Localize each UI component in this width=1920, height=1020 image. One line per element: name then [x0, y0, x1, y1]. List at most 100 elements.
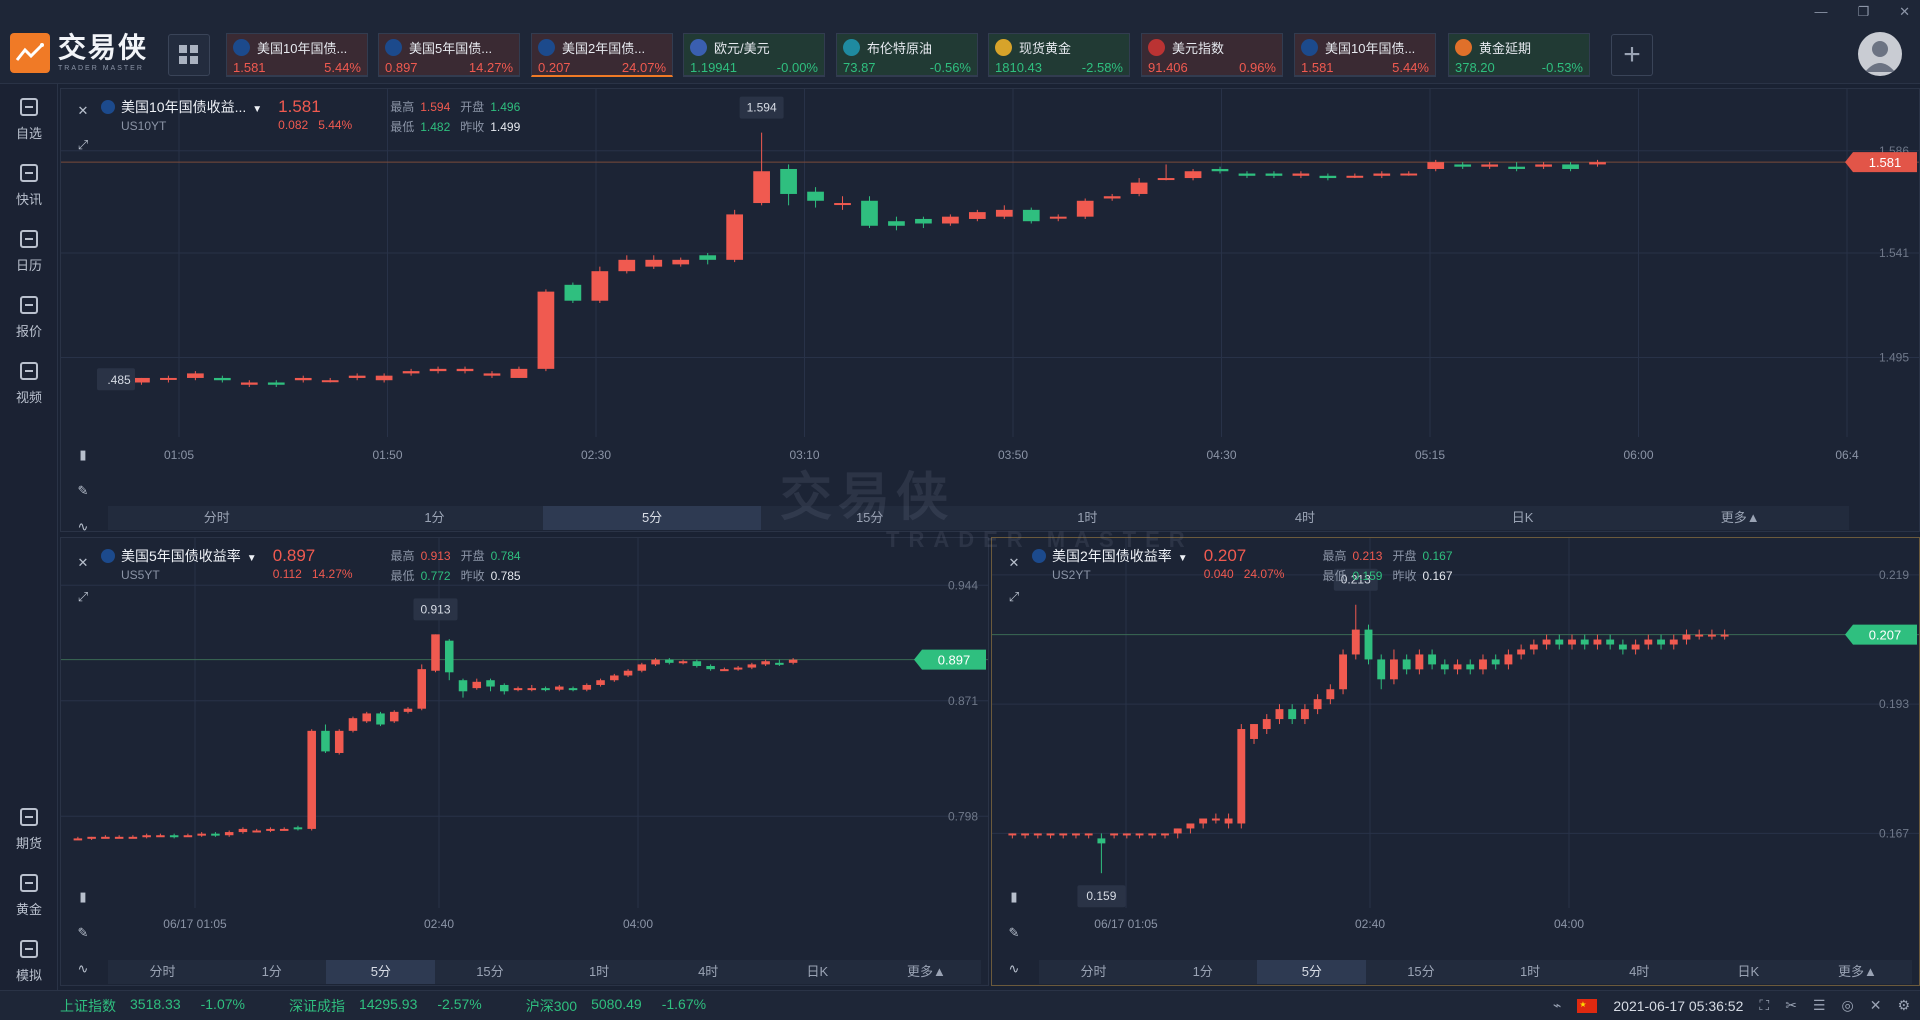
svg-text:0.913: 0.913 [420, 602, 450, 616]
indicator-icon[interactable]: ▮ [69, 883, 97, 911]
timeframe-tab[interactable]: 更多▲ [1631, 506, 1849, 530]
trend-icon[interactable]: ∿ [69, 955, 97, 983]
sidebar-item-calendar[interactable]: 日历 [0, 228, 58, 274]
timeframe-tab[interactable]: 分时 [1039, 960, 1148, 984]
draw-pen-icon[interactable]: ✎ [69, 919, 97, 947]
symbol-selector[interactable]: 美国10年国债收益... ▼ US10YT [101, 97, 262, 137]
timeframe-tab[interactable]: 15分 [1366, 960, 1475, 984]
timeframe-tab[interactable]: 1时 [1476, 960, 1585, 984]
timeframe-tab[interactable]: 日K [1414, 506, 1632, 530]
camera-icon[interactable]: ◎ [1841, 997, 1853, 1014]
timeframe-tab[interactable]: 1时 [979, 506, 1197, 530]
timeframe-tab[interactable]: 15分 [761, 506, 979, 530]
add-ticker-button[interactable]: + [1611, 34, 1653, 76]
timeframe-tab[interactable]: 1时 [545, 960, 654, 984]
candle [1479, 654, 1487, 675]
index-quote[interactable]: 上证指数 3518.33 -1.07% [60, 996, 245, 1016]
timeframe-tab[interactable]: 5分 [543, 506, 761, 530]
sidebar-item-news[interactable]: 快讯 [0, 162, 58, 208]
timeframe-tab[interactable]: 日K [763, 960, 872, 984]
timeframe-tab[interactable]: 1分 [326, 506, 544, 530]
ticker-card[interactable]: 美国2年国债... 0.207 24.07% [531, 33, 673, 77]
indicator-icon[interactable]: ▮ [1000, 883, 1028, 911]
ticker-card[interactable]: 美国10年国债... 1.581 5.44% [226, 33, 368, 77]
candle [672, 257, 690, 267]
chart-panel[interactable]: 1.586 1.541 1.495 01:05 01:50 02:30 03:10 03:50… [60, 88, 1920, 532]
ticker-card[interactable]: 美元指数 91.406 0.96% [1141, 33, 1283, 77]
expand-icon[interactable]: ⤢ [1000, 583, 1028, 611]
ticker-card[interactable]: 布伦特原油 73.87 -0.56% [836, 33, 978, 77]
indicator-icon[interactable]: ▮ [69, 441, 97, 469]
sidebar-item-video[interactable]: 视频 [0, 360, 58, 406]
minimize-icon[interactable]: — [1814, 4, 1827, 20]
list-icon[interactable]: ☰ [1813, 997, 1826, 1014]
close-panel-icon[interactable]: ✕ [1000, 549, 1028, 577]
index-quote[interactable]: 沪深300 5080.49 -1.67% [526, 996, 706, 1016]
timeframe-tab[interactable]: 更多▲ [1803, 960, 1912, 984]
timeframe-tab[interactable]: 更多▲ [872, 960, 981, 984]
sidebar-item-label: 自选 [15, 126, 42, 141]
close-panel-icon[interactable]: ✕ [69, 549, 97, 577]
timeframe-tab[interactable]: 4时 [1196, 506, 1414, 530]
close-icon[interactable]: ✕ [1899, 4, 1910, 20]
candle [1389, 649, 1398, 685]
mute-icon[interactable]: ✕ [1870, 997, 1882, 1014]
timeframe-tab[interactable]: 15分 [435, 960, 544, 984]
timeframe-tab[interactable]: 分时 [108, 960, 217, 984]
current-price: 0.207 [1203, 546, 1247, 565]
index-quote[interactable]: 深证成指 14295.93 -2.57% [289, 996, 482, 1016]
trend-icon[interactable]: ∿ [69, 513, 97, 531]
chart-panel[interactable]: 0.944 0.871 0.798 06/17 01:05 02:40 04:00 0.91… [60, 537, 989, 986]
timeframe-tab[interactable]: 1分 [217, 960, 326, 984]
panel-header: 美国2年国债收益率 ▼ US2YT 0.207 0.040 24.07% 最高 0.213 开盘… [1032, 546, 1456, 586]
ticker-card[interactable]: 黄金延期 378.20 -0.53% [1448, 33, 1590, 77]
expand-icon[interactable]: ⤢ [69, 131, 97, 159]
symbol-selector[interactable]: 美国2年国债收益率 ▼ US2YT [1032, 546, 1188, 586]
trend-icon[interactable]: ∿ [1000, 955, 1028, 983]
ticker-card[interactable]: 欧元/美元 1.19941 -0.00% [683, 33, 825, 77]
sidebar-item-futures[interactable]: 期货 [0, 806, 58, 852]
ticker-card[interactable]: 美国10年国债... 1.581 5.44% [1294, 33, 1436, 77]
timeframe-tab[interactable]: 4时 [1585, 960, 1694, 984]
symbol-selector[interactable]: 美国5年国债收益率 ▼ US5YT [101, 546, 257, 586]
price-change-pct: 24.07% [1243, 567, 1285, 581]
candlestick-chart[interactable]: 0.219 0.193 0.167 06/17 01:05 02:40 04:00 0.21… [992, 538, 1920, 986]
timeframe-tab[interactable]: 4时 [654, 960, 763, 984]
timeframe-tab[interactable]: 1分 [1148, 960, 1257, 984]
screenshot-icon[interactable]: ⛶ [1759, 997, 1769, 1014]
timeframe-tab[interactable]: 5分 [1257, 960, 1367, 984]
candlestick-chart[interactable]: 0.944 0.871 0.798 06/17 01:05 02:40 04:00 0.91… [61, 538, 989, 986]
sidebar-item-label: 视频 [15, 390, 42, 405]
sidebar-item-simulate[interactable]: 模拟 [0, 938, 58, 984]
expand-icon[interactable]: ⤢ [69, 583, 97, 611]
settings-icon[interactable]: ⚙ [1897, 997, 1910, 1014]
candle [1606, 634, 1615, 650]
ticker-name-row: 现货黄金 [995, 38, 1123, 57]
sidebar-item-watchlist[interactable]: 自选 [0, 96, 58, 142]
sidebar-item-gold[interactable]: 黄金 [0, 872, 58, 918]
network-icon[interactable]: ⌁ [1553, 997, 1561, 1014]
tools-icon[interactable]: ✂ [1785, 997, 1797, 1014]
sidebar-item-quote[interactable]: 报价 [0, 294, 58, 340]
candle [1517, 644, 1526, 660]
layout-grid-button[interactable] [168, 34, 210, 76]
ticker-values: 1.581 5.44% [1301, 60, 1429, 75]
chart-panel[interactable]: 0.219 0.193 0.167 06/17 01:05 02:40 04:00 0.21… [991, 537, 1920, 986]
restore-icon[interactable]: ❐ [1857, 4, 1869, 20]
draw-pen-icon[interactable]: ✎ [1000, 919, 1028, 947]
prev-close-value: 0.785 [490, 569, 521, 583]
timeframe-tab[interactable]: 分时 [108, 506, 326, 530]
avatar[interactable] [1858, 32, 1902, 76]
ticker-price: 0.897 [385, 60, 418, 75]
ticker-card[interactable]: 美国5年国债... 0.897 14.27% [378, 33, 520, 77]
low-value: 0.772 [420, 569, 451, 583]
ticker-card[interactable]: 现货黄金 1810.43 -2.58% [988, 33, 1130, 77]
draw-pen-icon[interactable]: ✎ [69, 477, 97, 505]
close-panel-icon[interactable]: ✕ [69, 97, 97, 125]
candle [527, 684, 537, 692]
timeframe-tab[interactable]: 日K [1694, 960, 1803, 984]
ticker-change: 14.27% [468, 60, 513, 75]
timeframe-tab[interactable]: 5分 [326, 960, 436, 984]
candle [1184, 168, 1202, 181]
candlestick-chart[interactable]: 1.5861.5411.49501:05 01:50 02:30 03:10 03:50… [61, 89, 1920, 532]
